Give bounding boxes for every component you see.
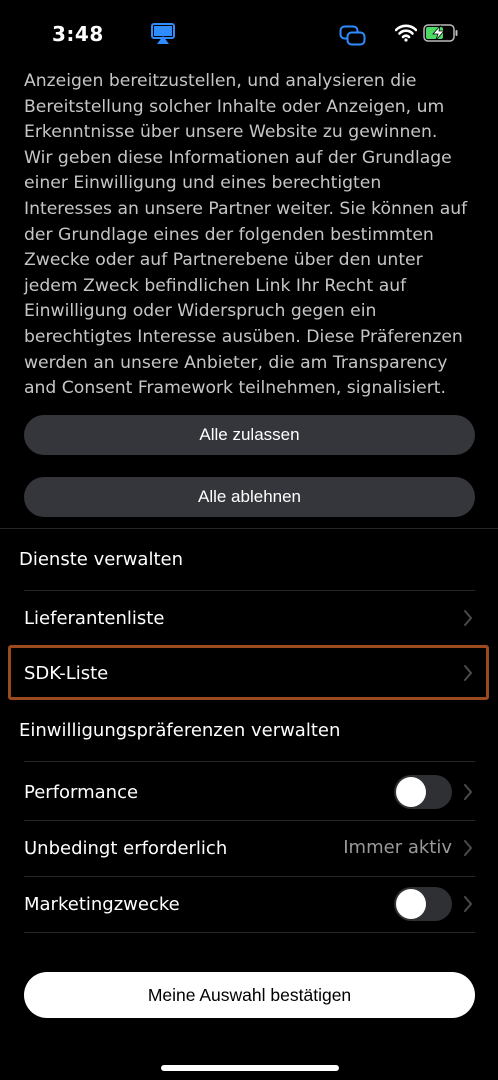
wifi-icon xyxy=(395,24,417,42)
manage-services-title: Dienste verwalten xyxy=(19,549,183,570)
performance-row[interactable]: Performance xyxy=(24,770,475,814)
description-line: der Grundlage eines der folgenden bestim… xyxy=(24,224,434,245)
toggle-knob xyxy=(396,889,426,919)
preferences-title: Einwilligungspräferenzen verwalten xyxy=(19,720,341,741)
divider xyxy=(24,590,475,591)
status-bar: 3:48 xyxy=(0,0,498,66)
reject-all-button[interactable]: Alle ablehnen xyxy=(24,477,475,517)
description-line: Interesses an unsere Partner weiter. Sie… xyxy=(24,198,468,219)
marketing-toggle[interactable] xyxy=(394,887,452,921)
divider xyxy=(24,761,475,762)
screen-mirror-icon xyxy=(339,25,366,46)
chevron-right-icon xyxy=(464,610,473,626)
home-indicator[interactable] xyxy=(161,1065,339,1071)
always-active-status: Immer aktiv xyxy=(343,837,452,858)
description-line: Anzeigen bereitzustellen, und analysiere… xyxy=(24,71,417,91)
battery-charging-icon xyxy=(423,24,458,42)
chevron-right-icon xyxy=(464,840,473,856)
description-line: Zwecke oder auf Partnerebene über den un… xyxy=(24,250,423,271)
divider xyxy=(24,932,475,933)
chevron-right-icon xyxy=(464,896,473,912)
description-line: Wir geben diese Informationen auf der Gr… xyxy=(24,147,452,168)
strictly-necessary-row[interactable]: Unbedingt erforderlich Immer aktiv xyxy=(24,826,475,870)
marketing-row[interactable]: Marketingzwecke xyxy=(24,882,475,926)
description-line: Erkenntnisse über unsere Website zu gewi… xyxy=(24,122,438,143)
divider xyxy=(24,820,475,821)
performance-label: Performance xyxy=(24,781,139,803)
description-line: Bereitstellung solcher Inhalte oder Anze… xyxy=(24,96,445,117)
confirm-selection-button[interactable]: Meine Auswahl bestätigen xyxy=(24,972,475,1018)
selection-highlight xyxy=(8,645,489,700)
chevron-right-icon xyxy=(464,784,473,800)
marketing-label: Marketingzwecke xyxy=(24,893,180,915)
status-time: 3:48 xyxy=(52,22,104,46)
section-divider xyxy=(0,528,498,529)
description-line: jedem Zweck befindlichen Link Ihr Recht … xyxy=(24,275,407,296)
toggle-knob xyxy=(396,777,426,807)
vendor-list-label: Lieferantenliste xyxy=(24,607,165,629)
description-line: Einwilligung oder Widerspruch gegen ein xyxy=(24,301,377,322)
description-line: werden an unsere Anbieter, die am Transp… xyxy=(24,352,448,373)
allow-all-button[interactable]: Alle zulassen xyxy=(24,415,475,455)
performance-toggle[interactable] xyxy=(394,775,452,809)
consent-description: Anzeigen bereitzustellen, und analysiere… xyxy=(24,69,484,402)
description-line: and Consent Framework teilnehmen, signal… xyxy=(24,378,446,399)
strictly-necessary-label: Unbedingt erforderlich xyxy=(24,837,228,859)
description-line: einer Einwilligung und eines berechtigte… xyxy=(24,173,382,194)
divider xyxy=(24,876,475,877)
description-line: berechtigtes Interesse ausüben. Diese Pr… xyxy=(24,326,463,347)
airplay-icon xyxy=(151,23,175,44)
vendor-list-row[interactable]: Lieferantenliste xyxy=(24,596,475,640)
